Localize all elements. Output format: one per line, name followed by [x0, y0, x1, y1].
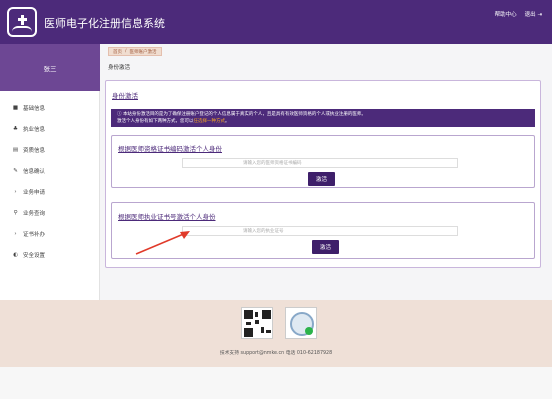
breadcrumb-current: 医师账户激活 [129, 49, 157, 55]
support-text: 技术支持 support@nmke.cn 电话 010-62187928 [219, 351, 333, 356]
logout-icon: ⇥ [535, 12, 542, 18]
search-icon: ⚲ [13, 209, 18, 216]
breadcrumb: 首页 / 医师账户激活 [108, 47, 162, 56]
sidebar-item-label: 业务申请 [23, 189, 46, 196]
sidebar-item-label: 基础信息 [23, 105, 46, 112]
sidebar-item-confirm[interactable]: ✎ 信息确认 [0, 160, 99, 181]
sidebar-item-label: 执业信息 [23, 126, 46, 133]
cert-code-input[interactable]: 请输入您的医师资格证书编码 [182, 158, 458, 168]
bottom-strip [0, 367, 552, 399]
breadcrumb-home[interactable]: 首页 [113, 49, 122, 55]
settings-icon: ◐ [13, 251, 18, 258]
method-practice-cert-box: 根据医师执业证书号激活个人身份 请输入您的执业证号 激活 [111, 202, 535, 259]
logo-icon [7, 7, 37, 37]
list-icon: ▤ [12, 146, 19, 153]
method-cert-code-title: 根据医师资格证书编码激活个人身份 [118, 145, 222, 153]
info-highlight: 任选择一种方式 [193, 119, 226, 124]
sidebar-item-label: 信息确认 [23, 168, 46, 175]
footer: 技术支持 support@nmke.cn 电话 010-62187928 [0, 300, 552, 367]
sidebar-item-basic-info[interactable]: ■ 基础信息 [0, 97, 99, 118]
sidebar-item-query[interactable]: ⚲ 业务查询 [0, 202, 99, 223]
sidebar-item-label: 安全设置 [23, 252, 46, 259]
sidebar-item-security[interactable]: ◐ 安全设置 [0, 244, 99, 265]
user-icon: ♣ [13, 125, 18, 132]
activate-practice-cert-button[interactable]: 激活 [312, 240, 339, 254]
edit-icon: ✎ [13, 167, 18, 174]
sidebar-item-label: 业务查询 [23, 210, 46, 217]
top-header: 医师电子化注册信息系统 帮助中心 退出 ⇥ [0, 0, 552, 44]
activate-cert-code-button[interactable]: 激活 [308, 172, 335, 186]
user-panel: 张三 [0, 44, 100, 91]
info-line-2: 激活个人身份有如下两种方式，您可以任选择一种方式。 [117, 119, 230, 124]
activation-card: 身份激活 ⓘ 本站身份激活目的是为了确保注册账户登记的个人信息属于真实的个人，且… [105, 80, 541, 268]
sidebar-item-reissue[interactable]: › 证书补办 [0, 223, 99, 244]
info-notice: ⓘ 本站身份激活目的是为了确保注册账户登记的个人信息属于真实的个人，且是具有有效… [111, 109, 535, 127]
wechat-qr-icon [285, 307, 317, 339]
chevron-right-icon: › [14, 230, 17, 237]
practice-cert-input[interactable]: 请输入您的执业证号 [182, 226, 458, 236]
logout-link[interactable]: 退出 ⇥ [525, 10, 542, 18]
sidebar-item-label: 证书补办 [23, 231, 46, 238]
method-practice-cert-title: 根据医师执业证书号激活个人身份 [118, 213, 216, 221]
doc-icon: ■ [12, 104, 19, 111]
page-title: 身份激活 [108, 65, 131, 71]
breadcrumb-separator: / [125, 49, 127, 54]
sidebar-item-apply[interactable]: › 业务申请 [0, 181, 99, 202]
sidebar: 张三 ■ 基础信息 ♣ 执业信息 ▤ 资质信息 ✎ 信息确认 › 业务申请 ⚲ 业务查询 ›… [0, 44, 100, 300]
sidebar-item-qualification[interactable]: ▤ 资质信息 [0, 139, 99, 160]
help-link[interactable]: 帮助中心 [495, 10, 517, 18]
top-links: 帮助中心 退出 ⇥ [495, 10, 542, 18]
method-cert-code-box: 根据医师资格证书编码激活个人身份 请输入您的医师资格证书编码 激活 [111, 135, 535, 188]
qr-code-icon [241, 307, 273, 339]
sidebar-nav: ■ 基础信息 ♣ 执业信息 ▤ 资质信息 ✎ 信息确认 › 业务申请 ⚲ 业务查询 › 证书补… [0, 97, 99, 265]
card-title: 身份激活 [112, 92, 138, 100]
user-name: 张三 [43, 64, 57, 73]
sidebar-item-label: 资质信息 [23, 147, 46, 154]
info-line-1: ⓘ 本站身份激活目的是为了确保注册账户登记的个人信息属于真实的个人，且是具有有效… [117, 112, 366, 117]
chevron-right-icon: › [14, 188, 17, 195]
app-title: 医师电子化注册信息系统 [44, 17, 165, 30]
sidebar-item-practice-info[interactable]: ♣ 执业信息 [0, 118, 99, 139]
